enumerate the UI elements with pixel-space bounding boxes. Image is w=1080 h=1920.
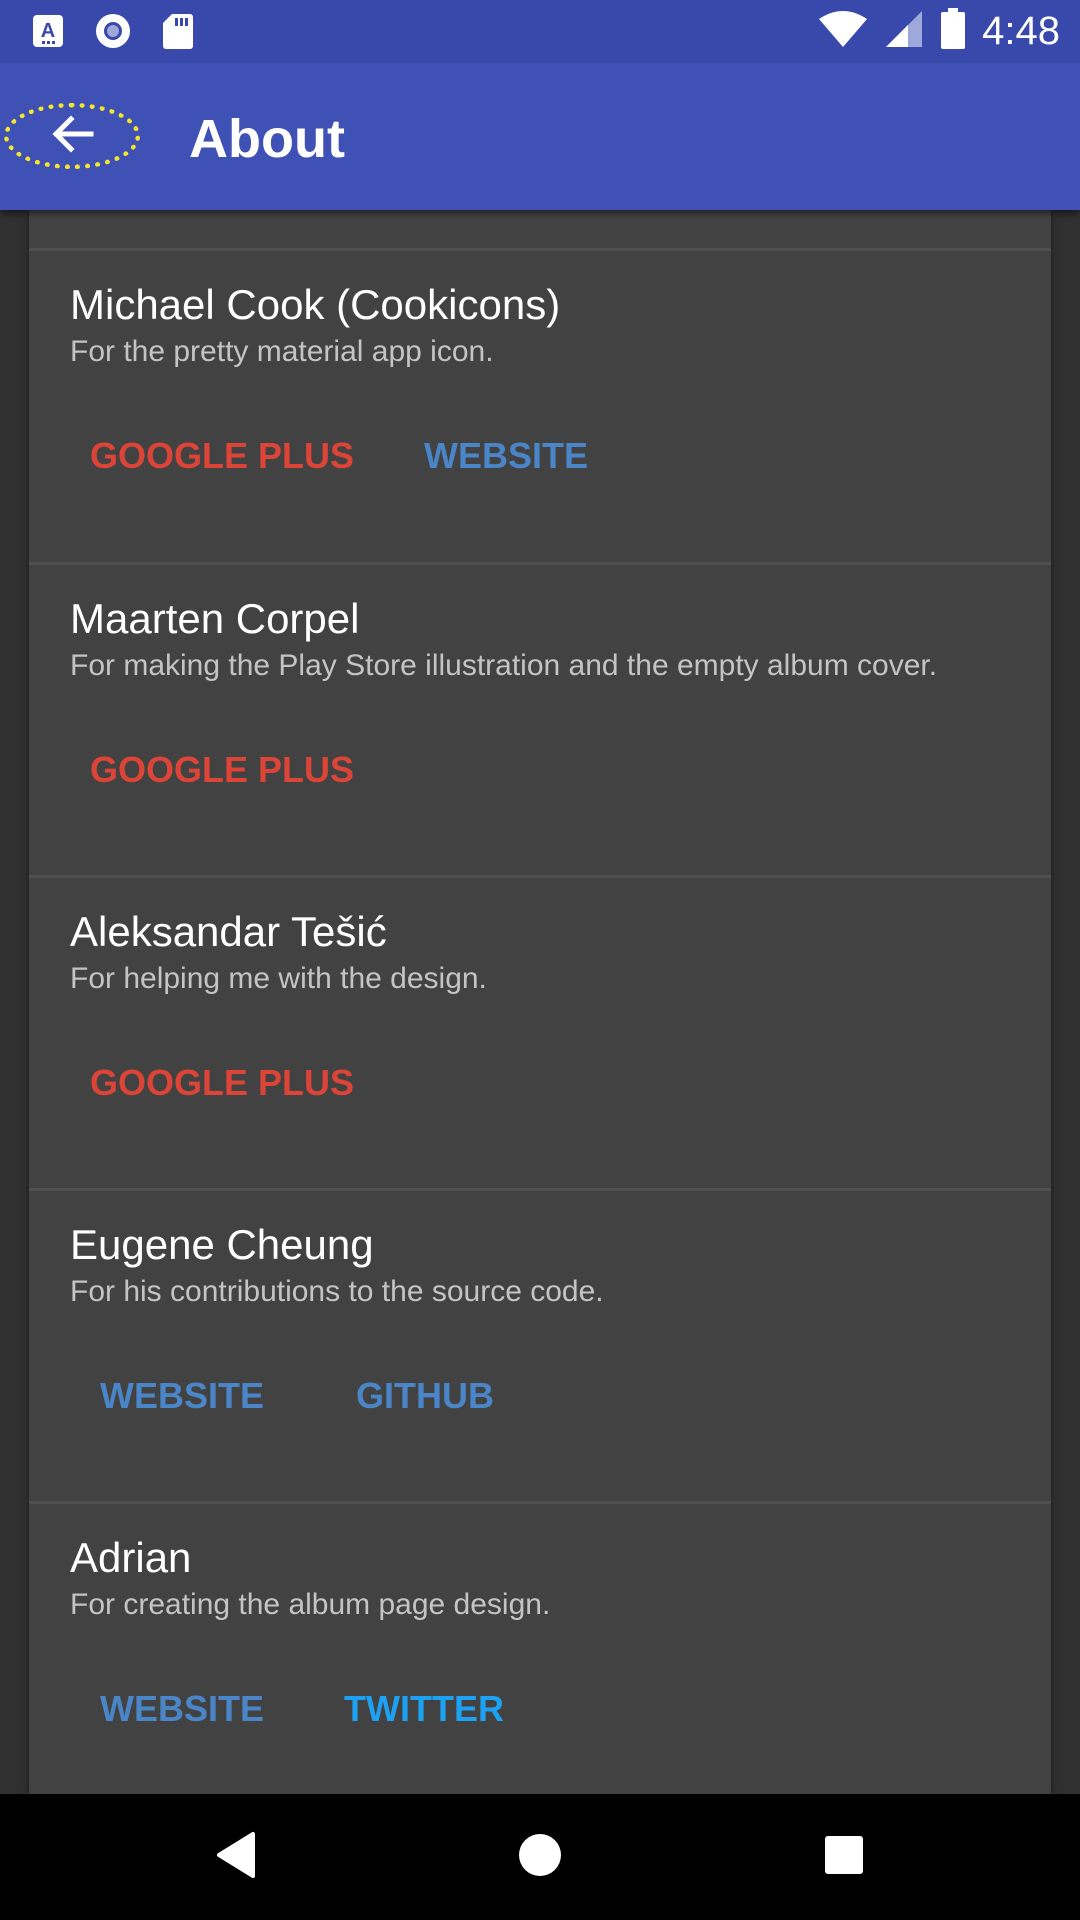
credit-name: Michael Cook (Cookicons)	[70, 281, 561, 328]
website-button[interactable]: WEBSITE	[80, 1367, 284, 1425]
radio-icon	[94, 12, 132, 55]
credit-actions: WEBSITE TWITTER	[70, 1674, 524, 1744]
credit-description: For creating the album page design.	[70, 1588, 551, 1621]
status-time: 4:48	[982, 9, 1060, 53]
credit-actions: WEBSITE GITHUB	[70, 1361, 514, 1431]
credit-item-aleksandar-tesic: Aleksandar Tešić For helping me with the…	[29, 878, 1051, 1188]
battery-icon	[940, 8, 966, 55]
credit-name: Maarten Corpel	[70, 595, 360, 642]
credit-name: Aleksandar Tešić	[70, 908, 387, 955]
credit-description: For the pretty material app icon.	[70, 335, 494, 368]
github-button[interactable]: GITHUB	[336, 1367, 514, 1425]
google-plus-button[interactable]: GOOGLE PLUS	[70, 741, 374, 799]
status-notifications: A	[32, 12, 194, 55]
svg-text:A: A	[41, 20, 55, 42]
a-notification-icon: A	[32, 13, 64, 54]
website-button[interactable]: WEBSITE	[404, 427, 608, 485]
home-circle-icon	[517, 1832, 563, 1883]
credit-item-adrian: Adrian For creating the album page desig…	[29, 1504, 1051, 1794]
back-triangle-icon	[213, 1830, 259, 1885]
system-nav-bar	[0, 1794, 1080, 1920]
credit-description: For helping me with the design.	[70, 962, 487, 995]
credit-description: For making the Play Store illustration a…	[70, 649, 938, 682]
status-bar: A 4:48	[0, 0, 1080, 63]
nav-home-button[interactable]	[510, 1827, 570, 1887]
credit-name: Eugene Cheung	[70, 1221, 374, 1268]
website-button[interactable]: WEBSITE	[80, 1680, 284, 1738]
wifi-icon	[818, 9, 868, 54]
back-button[interactable]	[4, 103, 140, 169]
nav-back-button[interactable]	[206, 1827, 266, 1887]
credit-actions: GOOGLE PLUS WEBSITE	[70, 421, 608, 491]
credit-actions: GOOGLE PLUS	[70, 735, 374, 805]
cell-signal-icon	[884, 9, 924, 54]
arrow-back-icon	[49, 111, 95, 162]
google-plus-button[interactable]: GOOGLE PLUS	[70, 1054, 374, 1112]
credits-card: Michael Cook (Cookicons) For the pretty …	[29, 210, 1051, 1794]
google-plus-button[interactable]: GOOGLE PLUS	[70, 427, 374, 485]
credit-description: For his contributions to the source code…	[70, 1275, 604, 1308]
status-system: 4:48	[818, 8, 1060, 55]
credits-scroll-area[interactable]: Michael Cook (Cookicons) For the pretty …	[0, 210, 1080, 1794]
nav-recents-button[interactable]	[814, 1827, 874, 1887]
credit-item-michael-cook: Michael Cook (Cookicons) For the pretty …	[29, 251, 1051, 561]
credit-item-eugene-cheung: Eugene Cheung For his contributions to t…	[29, 1191, 1051, 1501]
credit-item-maarten-corpel: Maarten Corpel For making the Play Store…	[29, 565, 1051, 875]
twitter-button[interactable]: TWITTER	[324, 1680, 524, 1738]
credit-actions: GOOGLE PLUS	[70, 1048, 374, 1118]
credit-name: Adrian	[70, 1534, 192, 1581]
app-bar: About	[0, 63, 1080, 210]
sd-card-icon	[162, 12, 194, 55]
recents-square-icon	[823, 1834, 865, 1881]
page-title: About	[189, 109, 345, 169]
